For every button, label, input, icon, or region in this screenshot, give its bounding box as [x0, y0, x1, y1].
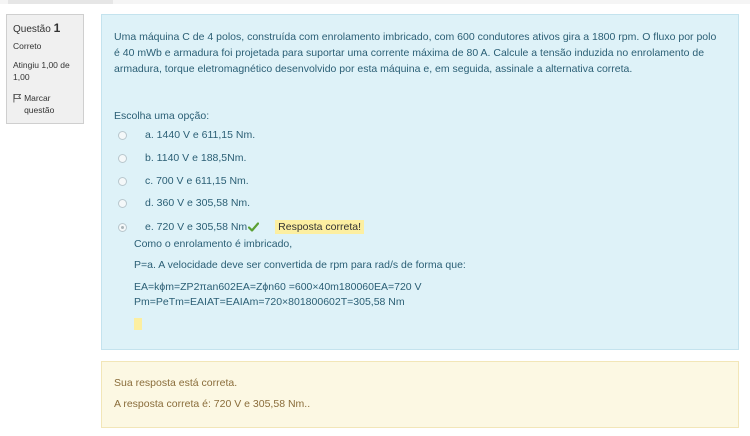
option-a-radio[interactable] [118, 130, 127, 140]
outcome-correct-answer: A resposta correta é: 720 V e 305,58 Nm.… [114, 398, 311, 410]
explanation-line-2: P=a. A velocidade deve ser convertida de… [134, 259, 466, 271]
question-number: Questão 1 [13, 21, 77, 35]
question-text: Uma máquina C de 4 polos, construída com… [114, 31, 717, 75]
option-e-label: e. 720 V e 305,58 Nm [145, 221, 248, 233]
highlight-marker [134, 318, 142, 330]
explanation-line-3: EA=kϕm=ZP2πan602EA=Zϕn60 =600×40m180060E… [134, 281, 422, 293]
question-number-value: 1 [53, 21, 61, 35]
choice-prompt: Escolha uma opção: [114, 110, 210, 122]
flag-icon [13, 93, 22, 103]
option-c-radio[interactable] [118, 176, 127, 186]
option-d-label: d. 360 V e 305,58 Nm. [145, 197, 251, 209]
outcome-line-1: Sua resposta está correta. [114, 377, 238, 389]
option-d-radio[interactable] [118, 198, 127, 208]
top-strip-segment [8, 0, 113, 4]
flag-question-link[interactable]: Marcar questão [13, 92, 77, 116]
question-grade: Atingiu 1,00 de 1,00 [13, 60, 70, 82]
question-info: Questão 1 Correto Atingiu 1,00 de 1,00 M… [6, 14, 84, 124]
option-b[interactable]: b. 1140 V e 188,5Nm. [118, 151, 246, 165]
option-b-label: b. 1140 V e 188,5Nm. [145, 152, 247, 164]
option-c[interactable]: c. 700 V e 611,15 Nm. [118, 174, 249, 188]
question-word: Questão [13, 24, 51, 35]
check-icon [248, 222, 260, 232]
option-e[interactable]: e. 720 V e 305,58 Nm Resposta correta! [118, 220, 365, 234]
question-state: Correto [13, 41, 42, 51]
option-c-label: c. 700 V e 611,15 Nm. [145, 175, 249, 187]
question-box: Uma máquina C de 4 polos, construída com… [101, 14, 739, 350]
option-d[interactable]: d. 360 V e 305,58 Nm. [118, 196, 250, 210]
option-a-label: a. 1440 V e 611,15 Nm. [145, 129, 256, 141]
outcome-box: Sua resposta está correta. A resposta co… [101, 361, 739, 428]
explanation-line-1: Como o enrolamento é imbricado, [134, 238, 293, 250]
option-a[interactable]: a. 1440 V e 611,15 Nm. [118, 128, 255, 142]
feedback-badge: Resposta correta! [275, 220, 365, 234]
top-strip [0, 0, 750, 4]
option-b-radio[interactable] [118, 153, 127, 163]
option-e-radio[interactable] [118, 222, 127, 232]
flag-label: Marcar questão [24, 93, 55, 115]
explanation-line-4: Pm=PeTm=EAIAT=EAIAm=720×801800602T=305,5… [134, 296, 405, 308]
